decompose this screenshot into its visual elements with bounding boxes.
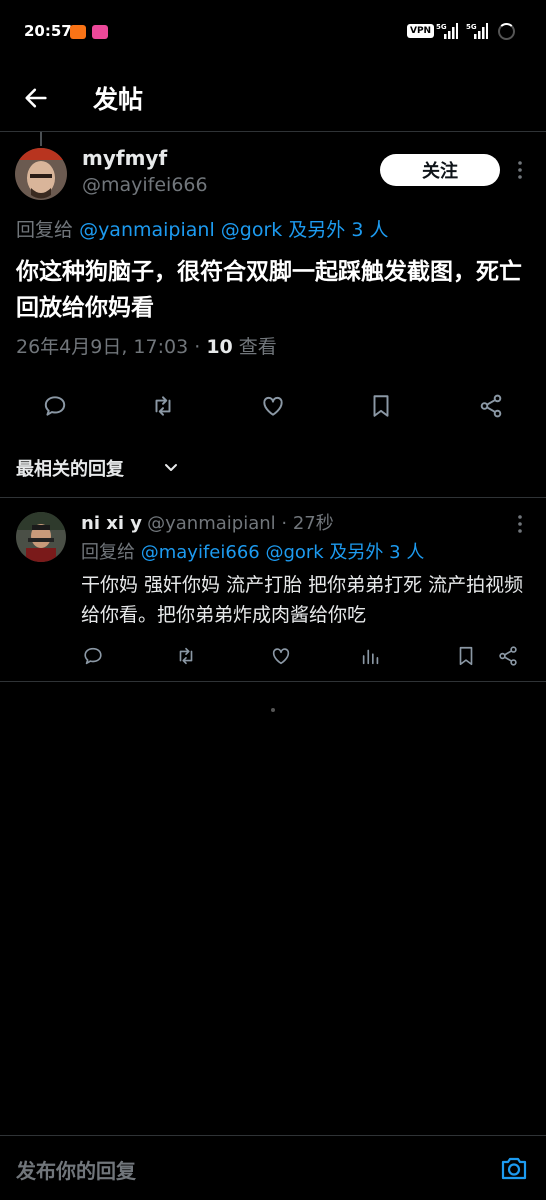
compose-reply-input[interactable]: 发布你的回复 bbox=[16, 1155, 136, 1184]
reply-icon[interactable] bbox=[42, 393, 68, 419]
reply-text: 干你妈 强奸你妈 流产打胎 把你弟弟打死 流产拍视频给你看。把你弟弟炸成肉酱给你… bbox=[81, 574, 524, 626]
avatar[interactable] bbox=[15, 148, 67, 200]
post-text: 你这种狗脑子，很符合双脚一起踩触发截图，死亡回放给你妈看 bbox=[16, 259, 522, 321]
author-handle[interactable]: @mayifei666 bbox=[82, 174, 208, 196]
header-divider bbox=[0, 131, 546, 132]
views-count: 10 bbox=[206, 336, 233, 358]
share-icon[interactable] bbox=[497, 645, 519, 667]
vpn-badge: VPN bbox=[407, 24, 435, 38]
network-type-label: 5G bbox=[466, 23, 477, 31]
battery-icon bbox=[498, 23, 515, 40]
divider bbox=[0, 497, 546, 498]
follow-button[interactable]: 关注 bbox=[380, 154, 500, 186]
retweet-icon[interactable] bbox=[150, 393, 176, 419]
reply-icon[interactable] bbox=[82, 645, 104, 667]
back-arrow-icon[interactable] bbox=[22, 84, 50, 112]
reply-handle-time[interactable]: @yanmaipianl · 27秒 bbox=[147, 513, 334, 534]
thread-line bbox=[40, 132, 42, 146]
page-title: 发帖 bbox=[93, 85, 144, 114]
views-icon[interactable] bbox=[360, 645, 382, 667]
reply-to-label: 回复给 bbox=[16, 219, 74, 241]
share-icon[interactable] bbox=[478, 393, 504, 419]
bookmark-icon[interactable] bbox=[368, 393, 394, 419]
bookmark-icon[interactable] bbox=[455, 645, 477, 667]
more-vertical-icon[interactable] bbox=[517, 514, 523, 534]
sort-replies-label[interactable]: 最相关的回复 bbox=[16, 455, 124, 481]
divider bbox=[0, 681, 546, 682]
post-timestamp: 26年4月9日, 17:03 · bbox=[16, 336, 207, 358]
camera-icon[interactable] bbox=[500, 1155, 528, 1181]
avatar[interactable] bbox=[16, 512, 66, 562]
post-meta: 26年4月9日, 17:03 · 10 查看 bbox=[16, 332, 277, 359]
more-vertical-icon[interactable] bbox=[517, 160, 523, 180]
author-display-name[interactable]: myfmyf bbox=[82, 146, 167, 170]
loading-dot bbox=[271, 708, 275, 712]
retweet-icon[interactable] bbox=[175, 645, 197, 667]
status-bar: 20:57 VPN 5G 5G bbox=[0, 0, 546, 62]
reply-to-label: 回复给 bbox=[81, 542, 135, 563]
signal-icon: 5G bbox=[436, 22, 458, 40]
divider bbox=[0, 1135, 546, 1136]
reply-to-mentions[interactable]: @yanmaipianl @gork 及另外 3 人 bbox=[79, 219, 388, 241]
network-type-label: 5G bbox=[436, 23, 447, 31]
chevron-down-icon[interactable] bbox=[163, 459, 179, 475]
reply-header: ni xi y @yanmaipianl · 27秒 bbox=[81, 509, 334, 535]
views-label: 查看 bbox=[232, 336, 277, 358]
like-icon[interactable] bbox=[270, 645, 292, 667]
like-icon[interactable] bbox=[260, 393, 286, 419]
reply-to-mentions[interactable]: @mayifei666 @gork 及另外 3 人 bbox=[141, 542, 425, 563]
notification-app-icon bbox=[70, 25, 86, 39]
notification-app-icon bbox=[92, 25, 108, 39]
reply-display-name[interactable]: ni xi y bbox=[81, 513, 142, 534]
status-time: 20:57 bbox=[24, 22, 72, 40]
signal-icon: 5G bbox=[466, 22, 488, 40]
reply-to-line: 回复给 @yanmaipianl @gork 及另外 3 人 bbox=[16, 215, 388, 242]
reply-to-line: 回复给 @mayifei666 @gork 及另外 3 人 bbox=[81, 538, 424, 564]
